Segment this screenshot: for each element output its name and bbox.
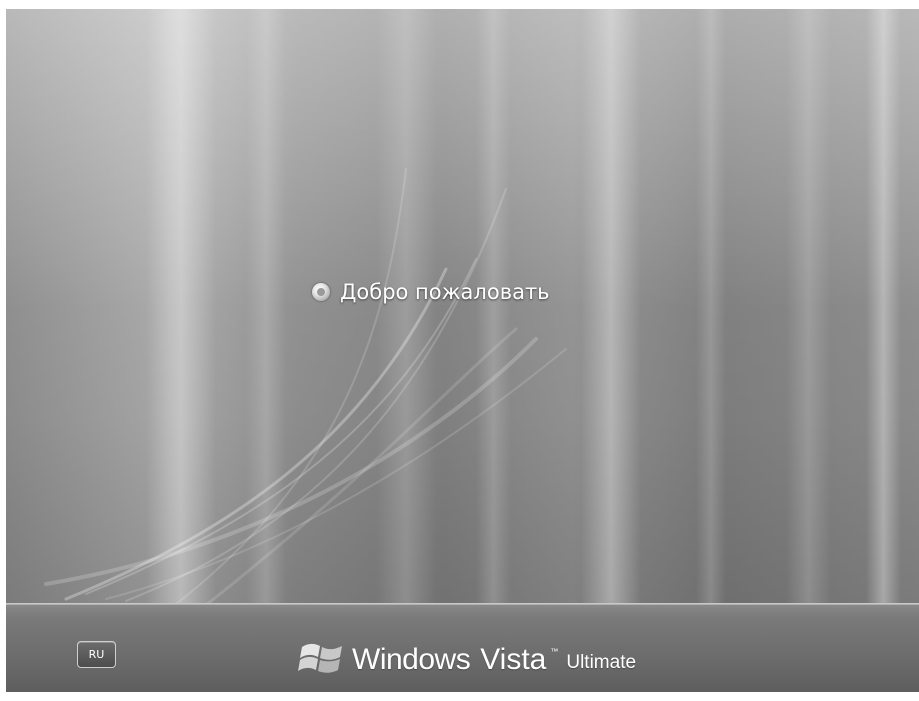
welcome-message: Добро пожаловать — [340, 280, 550, 304]
background-streaks — [6, 9, 919, 692]
language-button[interactable]: RU — [77, 641, 116, 668]
brand-edition: Ultimate — [566, 652, 637, 673]
windows-vista-logo: Windows Vista ™ Ultimate — [296, 633, 636, 677]
windows-flag-icon — [296, 637, 348, 677]
welcome-status: Добро пожаловать — [312, 276, 550, 308]
busy-spinner-icon — [312, 283, 330, 301]
login-screen — [6, 9, 919, 692]
brand-windows: Windows — [352, 643, 471, 676]
brand-trademark: ™ — [550, 647, 559, 656]
brand-vista: Vista — [480, 643, 547, 676]
